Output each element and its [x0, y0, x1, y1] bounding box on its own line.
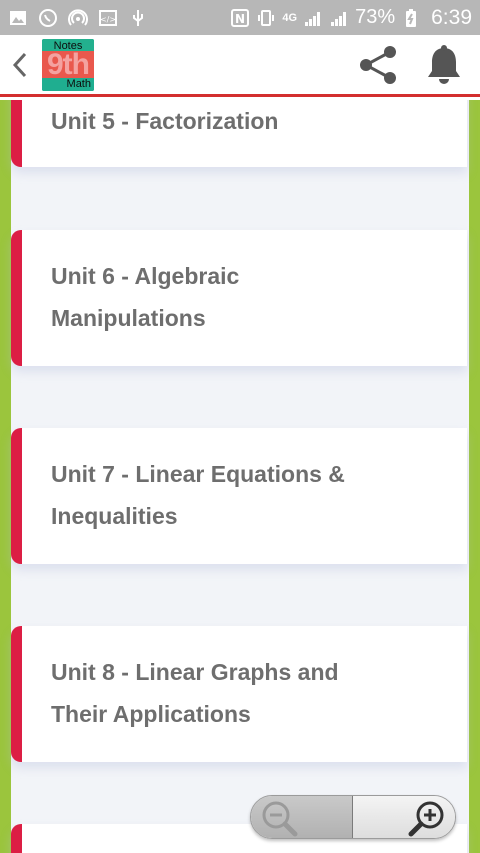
share-icon	[360, 45, 396, 84]
battery-charging-icon	[401, 8, 421, 28]
battery-percent: 73%	[355, 6, 396, 28]
whatsapp-icon	[38, 8, 58, 28]
zoom-out-button[interactable]	[251, 796, 353, 838]
unit-title-line-1: Unit 7 - Linear Equations &	[51, 461, 345, 487]
svg-text:N: N	[235, 12, 245, 26]
gallery-icon	[8, 8, 28, 28]
clock: 6:39	[431, 5, 472, 29]
usb-icon	[128, 8, 148, 28]
left-accent-bar	[0, 100, 11, 853]
unit-title-line-1: Unit 6 - Algebraic	[51, 263, 240, 289]
right-accent-bar	[469, 100, 480, 853]
zoom-control	[250, 795, 456, 839]
unit-title-line-2: Manipulations	[51, 305, 206, 331]
unit-title-line-1: Unit 5 - Factorization	[51, 108, 279, 134]
status-bar: </> N 4G 73% 6:39	[0, 0, 480, 35]
signal-icon	[303, 8, 323, 28]
zoom-in-icon	[408, 801, 444, 837]
unit-card-title: Unit 8 - Linear Graphs and Their Applica…	[22, 626, 467, 735]
notifications-button[interactable]	[422, 43, 466, 87]
status-system-icons: N 4G 73% 6:39	[230, 6, 472, 30]
unit-title-line-2: Their Applications	[51, 701, 251, 727]
unit-card-7[interactable]: Unit 7 - Linear Equations & Inequalities	[11, 428, 467, 564]
logo-grade-label: 9th	[42, 49, 94, 79]
hotspot-icon	[68, 8, 88, 28]
chevron-left-icon	[12, 52, 27, 77]
unit-card-title: Unit 5 - Factorization	[22, 100, 467, 142]
app-toolbar: Notes 9th Math	[0, 35, 480, 97]
unit-card-8[interactable]: Unit 8 - Linear Graphs and Their Applica…	[11, 626, 467, 762]
unit-card-title: Unit 7 - Linear Equations & Inequalities	[22, 428, 467, 537]
status-notification-icons: </>	[8, 8, 148, 28]
unit-card-5[interactable]: Unit 5 - Factorization	[11, 100, 467, 167]
network-type: 4G	[282, 11, 298, 24]
unit-card-title: Unit 6 - Algebraic Manipulations	[22, 230, 467, 339]
code-icon: </>	[98, 8, 118, 28]
nfc-icon: N	[230, 8, 250, 28]
app-logo: Notes 9th Math	[42, 38, 94, 91]
share-button[interactable]	[356, 43, 400, 87]
svg-text:</>: </>	[100, 15, 116, 24]
unit-title-line-2: Inequalities	[51, 503, 178, 529]
unit-title-line-1: Unit 8 - Linear Graphs and	[51, 659, 339, 685]
back-button[interactable]	[0, 34, 40, 96]
unit-list: Unit 5 - Factorization Unit 6 - Algebrai…	[0, 100, 480, 853]
bell-icon	[428, 44, 460, 84]
logo-subject-label: Math	[42, 77, 94, 91]
signal-2-icon	[329, 8, 349, 28]
vibrate-icon	[256, 8, 276, 28]
zoom-in-button[interactable]	[353, 796, 455, 838]
unit-card-6[interactable]: Unit 6 - Algebraic Manipulations	[11, 230, 467, 366]
zoom-out-icon	[262, 801, 298, 837]
